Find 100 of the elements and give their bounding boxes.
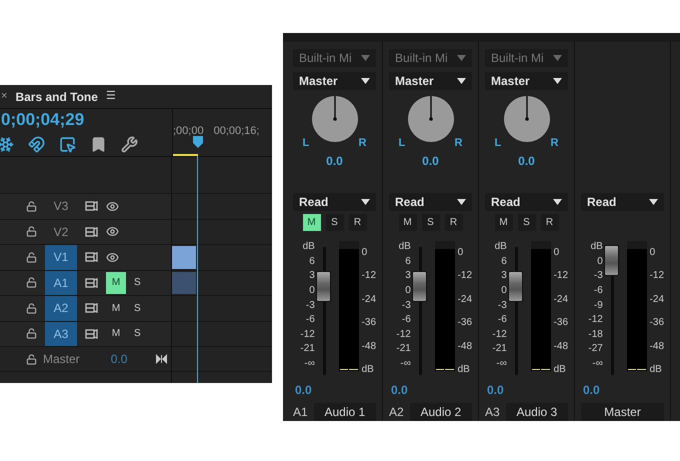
marker-icon[interactable] [90, 136, 107, 153]
track-output-icon[interactable] [85, 328, 98, 339]
bowtie-icon[interactable] [156, 354, 167, 364]
caret-icon[interactable] [553, 199, 562, 205]
mute-button[interactable]: M [494, 214, 512, 231]
lock-icon[interactable] [26, 354, 37, 364]
pan-knob[interactable] [310, 95, 358, 143]
eye-icon[interactable] [106, 225, 119, 238]
fader-track[interactable] [316, 245, 332, 375]
lock-icon[interactable] [26, 200, 37, 212]
caret-icon[interactable] [457, 199, 466, 205]
solo-button[interactable]: S [134, 275, 141, 290]
fader-scale-label: 3 [309, 270, 315, 282]
track-target-button[interactable]: A1 [45, 270, 77, 295]
automation-dropdown[interactable]: Read [293, 193, 376, 211]
record-button[interactable]: R [348, 214, 366, 231]
track-target-button[interactable]: V3 [45, 194, 77, 218]
mute-button[interactable]: M [106, 272, 126, 294]
automation-dropdown[interactable]: Read [389, 193, 472, 211]
fader-track[interactable] [508, 245, 524, 375]
automation-dropdown[interactable]: Read [485, 193, 568, 211]
fader-thumb[interactable] [316, 270, 331, 302]
pan-value[interactable]: 0.0 [326, 152, 343, 170]
fader-scale-label: -12 [396, 328, 411, 340]
track-name-field[interactable]: Master [581, 403, 664, 421]
volume-value[interactable]: 0.0 [583, 381, 664, 399]
track-target-button[interactable]: A2 [45, 296, 77, 320]
playhead-icon[interactable] [193, 136, 203, 148]
solo-button[interactable]: S [518, 214, 536, 231]
caret-icon[interactable] [361, 199, 370, 205]
caret-icon[interactable] [457, 78, 466, 84]
track-target-button[interactable]: V2 [45, 220, 77, 244]
eye-icon[interactable] [106, 200, 119, 213]
mute-button[interactable]: M [302, 214, 320, 231]
snowflake-icon[interactable] [0, 136, 14, 153]
fader-scale-label: 0 [405, 284, 411, 296]
input-dropdown[interactable]: Built-in Mi [485, 49, 568, 67]
mute-button[interactable]: M [106, 322, 126, 345]
lock-icon[interactable] [26, 226, 37, 238]
cursor-icon[interactable] [59, 136, 76, 153]
lock-icon[interactable] [26, 252, 37, 263]
clip[interactable] [172, 272, 196, 294]
fader-scale-label: -6 [498, 314, 507, 326]
output-dropdown[interactable]: Master [389, 72, 472, 90]
track-output-icon[interactable] [85, 201, 98, 212]
mute-button[interactable]: M [398, 214, 416, 231]
clip[interactable] [172, 246, 196, 268]
record-button[interactable]: R [444, 214, 462, 231]
wrench-icon[interactable] [121, 136, 138, 153]
track-target-button[interactable]: A3 [45, 322, 77, 346]
volume-value[interactable]: 0.0 [487, 381, 568, 399]
lock-icon[interactable] [26, 277, 37, 288]
ruler-label: 00;00;16; [214, 124, 260, 139]
fader-track[interactable] [412, 245, 428, 375]
fader-thumb[interactable] [508, 270, 523, 302]
pan-knob[interactable] [502, 95, 550, 143]
volume-value[interactable]: 0.0 [295, 381, 376, 399]
volume-value[interactable]: 0.0 [391, 381, 472, 399]
track-output-icon[interactable] [85, 226, 98, 237]
master-volume[interactable]: 0.0 [110, 350, 128, 368]
caret-icon[interactable] [553, 78, 562, 84]
output-dropdown[interactable]: Master [485, 72, 568, 90]
panel-title[interactable]: Bars and Tone [15, 88, 98, 106]
track-name-field[interactable]: Audio 1 [314, 403, 376, 421]
fader-scale-label: -12 [300, 328, 315, 340]
panel-menu-button[interactable]: ☰ [106, 88, 116, 105]
track-target-button[interactable]: V1 [45, 245, 77, 270]
timecode[interactable]: 0;00;04;29 [1, 109, 172, 131]
meter-scale-label: -36 [458, 317, 472, 328]
time-ruler[interactable]: ;00;00 00;00;16; [172, 109, 272, 156]
automation-dropdown[interactable]: Read [581, 193, 664, 212]
track-output-icon[interactable] [85, 278, 98, 288]
pan-value[interactable]: 0.0 [422, 152, 439, 170]
pan-value[interactable]: 0.0 [518, 152, 535, 170]
track-output-icon[interactable] [85, 252, 98, 262]
track-name-field[interactable]: Audio 3 [506, 403, 568, 421]
eye-icon[interactable] [106, 250, 119, 264]
solo-button[interactable]: S [326, 214, 344, 231]
fader-scale-label: -∞ [400, 358, 411, 369]
solo-button[interactable]: S [134, 300, 141, 316]
mute-button[interactable]: M [106, 297, 126, 320]
solo-button[interactable]: S [134, 326, 141, 342]
close-button[interactable]: × [1, 88, 8, 105]
caret-icon[interactable] [361, 78, 370, 84]
solo-button[interactable]: S [422, 214, 440, 231]
fader-track[interactable] [604, 245, 620, 375]
fader-thumb[interactable] [412, 270, 427, 302]
magnet-icon[interactable] [28, 136, 45, 153]
fader-scale-label: dB [398, 241, 411, 252]
lock-icon[interactable] [26, 328, 37, 340]
track-name-field[interactable]: Audio 2 [410, 403, 472, 421]
lock-icon[interactable] [26, 302, 37, 314]
caret-icon[interactable] [649, 199, 658, 206]
output-dropdown[interactable]: Master [293, 72, 376, 90]
input-dropdown[interactable]: Built-in Mi [293, 49, 376, 67]
pan-knob[interactable] [406, 95, 454, 143]
record-button[interactable]: R [540, 214, 558, 231]
fader-thumb[interactable] [604, 245, 619, 276]
track-output-icon[interactable] [85, 303, 98, 314]
input-dropdown[interactable]: Built-in Mi [389, 49, 472, 67]
